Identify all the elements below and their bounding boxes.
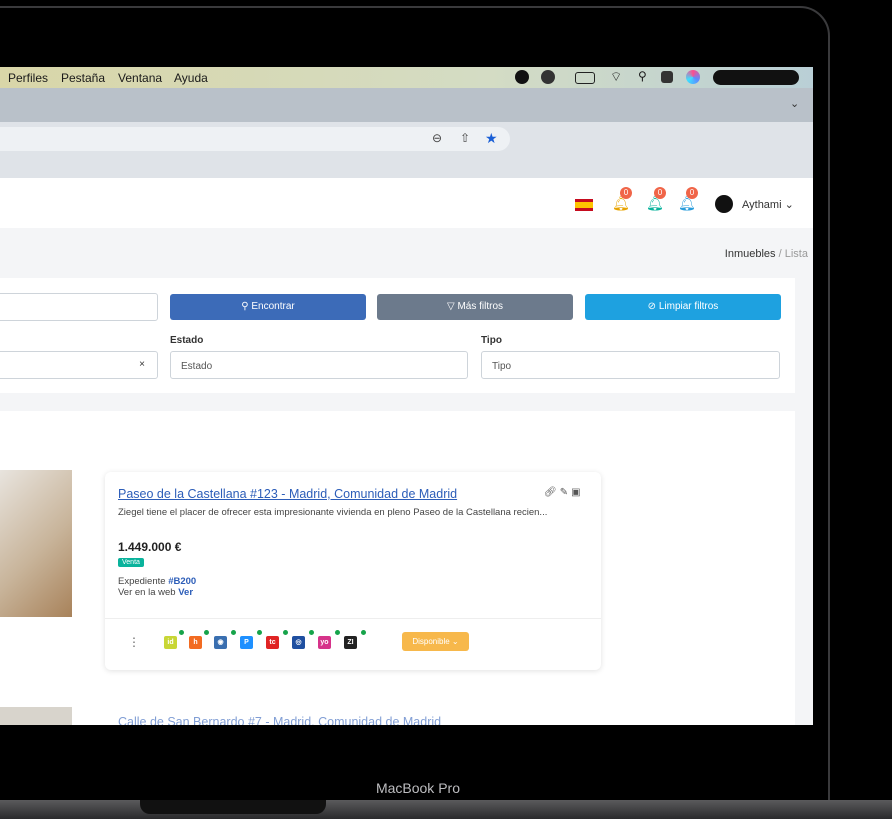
address-bar[interactable]: ⊖ ⇧ ★ xyxy=(0,127,510,151)
operation-badge: Venta xyxy=(118,558,144,567)
privacy-icon[interactable] xyxy=(541,70,555,84)
battery-icon[interactable] xyxy=(575,72,595,84)
spain-flag-icon[interactable] xyxy=(575,199,593,211)
expediente-line: Expediente #B200 Ver en la web Ver xyxy=(118,576,196,598)
browser-tab-strip: ⌄ xyxy=(0,88,813,122)
portal-yaencontre-icon[interactable]: yo xyxy=(318,636,331,649)
portal-icon[interactable]: ◉ xyxy=(214,636,227,649)
breadcrumb-separator: / xyxy=(778,248,782,260)
wifi-icon[interactable]: ⌔ xyxy=(610,69,622,85)
portal-pisos-icon[interactable]: P xyxy=(240,636,253,649)
laptop-base xyxy=(0,800,892,819)
control-center-icon[interactable] xyxy=(661,71,673,83)
portal-status-dot xyxy=(231,630,236,635)
menu-pestana[interactable]: Pestaña xyxy=(61,71,105,85)
search-input[interactable] xyxy=(0,293,158,321)
portal-status-dot xyxy=(309,630,314,635)
screen: Perfiles Pestaña Ventana Ayuda ⌔ ⚲ ⌄ ⊖ ⇧… xyxy=(0,67,813,725)
portal-icon[interactable]: ◎ xyxy=(292,636,305,649)
expediente-label: Expediente xyxy=(118,576,166,587)
web-link[interactable]: Ver xyxy=(178,587,193,598)
select-field[interactable]: × xyxy=(0,351,158,379)
menubar-pill xyxy=(713,70,799,85)
property-title-link[interactable]: Calle de San Bernardo #7 - Madrid, Comun… xyxy=(118,715,441,725)
state-placeholder: Estado xyxy=(181,361,213,372)
property-description: Ziegel tiene el placer de ofrecer esta i… xyxy=(118,507,548,518)
portal-status-dot xyxy=(204,630,209,635)
property-title-link[interactable]: Paseo de la Castellana #123 - Madrid, Co… xyxy=(118,487,457,501)
type-label: Tipo xyxy=(481,335,502,346)
clear-x-icon[interactable]: × xyxy=(139,359,145,370)
notification-badge: 0 xyxy=(620,187,632,199)
portal-status-dot xyxy=(361,630,366,635)
search-icon[interactable]: ⚲ xyxy=(638,69,647,83)
more-filters-button[interactable]: ▽ Más filtros xyxy=(377,294,573,320)
menu-perfiles[interactable]: Perfiles xyxy=(8,71,48,85)
portal-idealista-icon[interactable]: id xyxy=(164,636,177,649)
link-icon[interactable]: 🔗︎ xyxy=(544,487,560,498)
chrome-icon[interactable] xyxy=(515,70,529,84)
laptop-lid-notch xyxy=(140,800,326,814)
tab-list-chevron-icon[interactable]: ⌄ xyxy=(790,97,799,110)
chevron-down-icon: ⌄ xyxy=(784,199,794,211)
portal-tucasa-icon[interactable]: tc xyxy=(266,636,279,649)
state-select[interactable]: Estado xyxy=(170,351,468,379)
bookmark-star-icon[interactable]: ★ xyxy=(485,130,498,147)
portal-habitaclia-icon[interactable]: h xyxy=(189,636,202,649)
notification-badge: 0 xyxy=(686,187,698,199)
portal-status-dot xyxy=(335,630,340,635)
device-label: MacBook Pro xyxy=(375,780,460,796)
property-actions: 🔗︎✎▣ xyxy=(544,487,584,498)
card-divider xyxy=(105,618,601,619)
portal-status-dot xyxy=(179,630,184,635)
expediente-value[interactable]: #B200 xyxy=(168,576,196,587)
breadcrumb: Inmuebles / Lista xyxy=(0,248,808,260)
browser-toolbar: ⊖ ⇧ ★ xyxy=(0,122,813,156)
macos-menubar: Perfiles Pestaña Ventana Ayuda ⌔ ⚲ xyxy=(0,67,813,88)
property-photo[interactable] xyxy=(0,707,72,725)
find-button[interactable]: ⚲ Encontrar xyxy=(170,294,366,320)
user-name[interactable]: Aythami ⌄ xyxy=(742,198,794,211)
zoom-icon[interactable]: ⊖ xyxy=(432,131,442,145)
portal-zillow-icon[interactable]: ZI xyxy=(344,636,357,649)
clear-filters-button[interactable]: ⊘ Limpiar filtros xyxy=(585,294,781,320)
avatar[interactable] xyxy=(715,195,733,213)
portal-status-dot xyxy=(283,630,288,635)
more-options-icon[interactable]: ⋮ xyxy=(128,635,140,649)
share-icon[interactable]: ⇧ xyxy=(460,131,470,145)
notification-badge: 0 xyxy=(654,187,666,199)
edit-icon[interactable]: ✎ xyxy=(560,487,571,498)
image-icon[interactable]: ▣ xyxy=(571,487,583,498)
property-price: 1.449.000 € xyxy=(118,540,182,554)
menu-ayuda[interactable]: Ayuda xyxy=(174,71,208,85)
type-placeholder: Tipo xyxy=(492,361,512,372)
menu-ventana[interactable]: Ventana xyxy=(118,71,162,85)
siri-icon[interactable] xyxy=(686,70,700,84)
portal-status-dot xyxy=(257,630,262,635)
web-label: Ver en la web xyxy=(118,587,176,598)
breadcrumb-section[interactable]: Inmuebles xyxy=(725,248,776,260)
type-select[interactable]: Tipo xyxy=(481,351,780,379)
state-label: Estado xyxy=(170,335,204,346)
property-photo[interactable] xyxy=(0,470,72,617)
status-dropdown[interactable]: Disponible ⌄ xyxy=(402,632,469,651)
bookmarks-bar xyxy=(0,156,813,179)
breadcrumb-current: Lista xyxy=(784,248,808,260)
